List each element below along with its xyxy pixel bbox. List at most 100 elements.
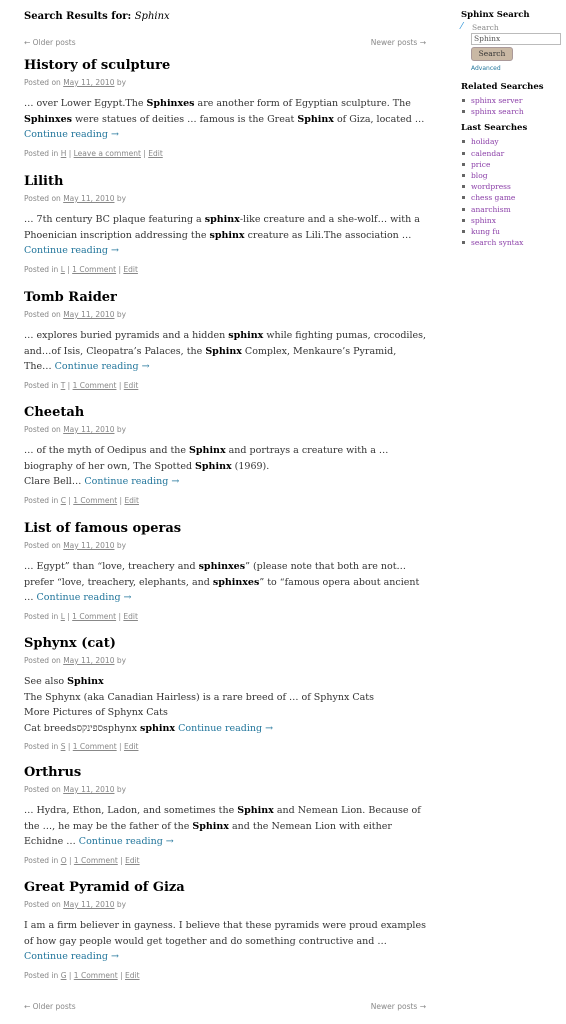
post-date-link[interactable]: May 11, 2010	[63, 194, 114, 203]
posted-in-label: Posted in	[24, 495, 59, 505]
post-date-link[interactable]: May 11, 2010	[63, 541, 114, 550]
post-date-link[interactable]: May 11, 2010	[63, 785, 114, 794]
post-utility: Posted in L | 1 Comment | Edit	[24, 611, 138, 621]
post-title[interactable]: Tomb Raider	[24, 290, 117, 305]
category-link[interactable]: S	[61, 742, 66, 751]
newer-posts-link[interactable]: Newer posts →	[371, 1002, 426, 1011]
search-button[interactable]: Search	[471, 47, 513, 61]
last-search-item[interactable]: holiday	[461, 136, 561, 147]
advanced-link[interactable]: Advanced	[471, 65, 561, 72]
post-excerpt: … Hydra, Ethon, Ladon, and sometimes the…	[24, 803, 426, 850]
last-search-item[interactable]: blog	[461, 170, 561, 181]
post-utility: Posted in S | 1 Comment | Edit	[24, 742, 139, 751]
excerpt-text: I am a firm believer in gayness. I belie…	[24, 920, 426, 947]
post-utility: Posted in G | 1 Comment | Edit	[24, 970, 140, 980]
continue-reading-link[interactable]: Continue reading →	[24, 245, 119, 256]
continue-reading-link[interactable]: Continue reading →	[24, 951, 119, 962]
comments-link[interactable]: 1 Comment	[74, 856, 118, 865]
continue-reading-link[interactable]: Continue reading →	[79, 836, 174, 847]
post-title[interactable]: List of famous operas	[24, 521, 181, 536]
post-utility: Posted in T | 1 Comment | Edit	[24, 380, 139, 390]
post-title[interactable]: Great Pyramid of Giza	[24, 880, 185, 895]
older-posts-link[interactable]: ← Older posts	[24, 1002, 76, 1011]
search-form: ⁄ Search Sphinx Search Advanced	[461, 22, 561, 72]
post-title[interactable]: Cheetah	[24, 405, 84, 420]
last-search-item[interactable]: wordpress	[461, 181, 561, 192]
page-title: Search Results for: Sphinx	[24, 10, 426, 24]
category-link[interactable]: C	[61, 496, 66, 505]
comments-link[interactable]: 1 Comment	[72, 612, 116, 621]
post-excerpt: I am a firm believer in gayness. I belie…	[24, 918, 426, 965]
search-input[interactable]: Sphinx	[471, 32, 561, 45]
posted-on-label: Posted on	[24, 194, 61, 203]
post-meta: Posted on May 11, 2010 by	[24, 425, 426, 435]
continue-reading-link[interactable]: Continue reading →	[37, 592, 132, 603]
post-excerpt: See also Sphinx The Sphynx (aka Canadian …	[24, 674, 426, 736]
comments-link[interactable]: Leave a comment	[74, 149, 141, 158]
edit-link[interactable]: Edit	[125, 856, 140, 865]
search-results-label: Search Results for:	[24, 11, 132, 22]
last-searches-list: holiday calendar price blog wordpress ch…	[461, 136, 561, 248]
post: Cheetah Posted on May 11, 2010 by … of the…	[24, 405, 426, 506]
edit-link[interactable]: Edit	[123, 265, 138, 274]
post-excerpt: … 7th century BC plaque featuring a sphi…	[24, 212, 426, 259]
last-search-item[interactable]: kung fu	[461, 226, 561, 237]
last-search-item[interactable]: chess game	[461, 192, 561, 203]
edit-link[interactable]: Edit	[124, 742, 139, 751]
post-meta: Posted on May 11, 2010 by	[24, 900, 426, 910]
posted-on-label: Posted on	[24, 310, 61, 319]
last-search-item[interactable]: price	[461, 159, 561, 170]
post-title[interactable]: Lilith	[24, 174, 63, 189]
by-label: by	[116, 541, 127, 550]
sidebar: Sphinx Search ⁄ Search Sphinx Search Adv…	[461, 10, 561, 248]
posted-on-label: Posted on	[24, 900, 61, 909]
comments-link[interactable]: 1 Comment	[72, 265, 116, 274]
edit-link[interactable]: Edit	[123, 612, 138, 621]
last-search-item[interactable]: sphinx	[461, 215, 561, 226]
last-search-item[interactable]: anarchism	[461, 204, 561, 215]
comments-link[interactable]: 1 Comment	[73, 742, 117, 751]
by-label: by	[116, 425, 127, 434]
post-title[interactable]: Sphynx (cat)	[24, 636, 116, 651]
post-title[interactable]: Orthrus	[24, 765, 81, 780]
category-link[interactable]: G	[61, 971, 67, 980]
post-date-link[interactable]: May 11, 2010	[63, 78, 114, 87]
continue-reading-link[interactable]: Continue reading →	[24, 129, 119, 140]
related-search-item[interactable]: sphinx server	[461, 95, 561, 106]
post-title[interactable]: History of sculpture	[24, 58, 170, 73]
edit-link[interactable]: Edit	[124, 381, 139, 390]
edit-link[interactable]: Edit	[124, 496, 139, 505]
posted-in-label: Posted in	[24, 380, 59, 390]
comments-link[interactable]: 1 Comment	[73, 496, 117, 505]
continue-reading-link[interactable]: Continue reading →	[84, 476, 179, 487]
post: Sphynx (cat) Posted on May 11, 2010 by See…	[24, 636, 426, 752]
posted-on-label: Posted on	[24, 425, 61, 434]
category-link[interactable]: L	[61, 612, 65, 621]
category-link[interactable]: O	[61, 856, 67, 865]
last-search-item[interactable]: search syntax	[461, 237, 561, 248]
post-date-link[interactable]: May 11, 2010	[63, 310, 114, 319]
continue-reading-link[interactable]: Continue reading →	[55, 361, 150, 372]
posted-in-label: Posted in	[24, 611, 59, 621]
newer-posts-link[interactable]: Newer posts →	[371, 38, 426, 50]
continue-reading-link[interactable]: Continue reading →	[178, 723, 273, 734]
edit-link[interactable]: Edit	[148, 149, 163, 158]
posted-on-label: Posted on	[24, 541, 61, 550]
post-date-link[interactable]: May 11, 2010	[63, 425, 114, 434]
related-searches-list: sphinx server sphinx search	[461, 95, 561, 117]
related-search-item[interactable]: sphinx search	[461, 106, 561, 117]
older-posts-link[interactable]: ← Older posts	[24, 38, 76, 50]
by-label: by	[116, 194, 127, 203]
category-link[interactable]: H	[61, 149, 67, 158]
last-search-item[interactable]: calendar	[461, 148, 561, 159]
comments-link[interactable]: 1 Comment	[74, 971, 118, 980]
nav-below: ← Older posts Newer posts →	[24, 1002, 426, 1011]
post-date-link[interactable]: May 11, 2010	[63, 900, 114, 909]
category-link[interactable]: L	[61, 265, 65, 274]
edit-link[interactable]: Edit	[125, 971, 140, 980]
posted-on-label: Posted on	[24, 656, 61, 665]
comments-link[interactable]: 1 Comment	[73, 381, 117, 390]
post-excerpt: … over Lower Egypt.The Sphinxes are anot…	[24, 96, 426, 143]
category-link[interactable]: T	[61, 381, 66, 390]
post-date-link[interactable]: May 11, 2010	[63, 656, 114, 665]
